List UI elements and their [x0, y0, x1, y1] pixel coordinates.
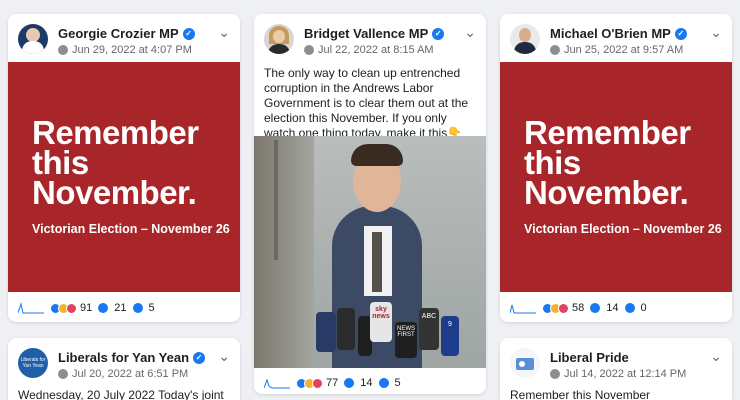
- chevron-down-icon[interactable]: ⌄: [218, 24, 230, 41]
- comment-count: 14: [360, 377, 373, 389]
- chevron-down-icon[interactable]: ⌄: [710, 348, 722, 365]
- share-count: 0: [640, 302, 647, 314]
- facebook-icon: [304, 45, 314, 55]
- post-video[interactable]: sky news NEWS FIRST ABC 9: [254, 136, 486, 368]
- reaction-count: 58: [572, 302, 585, 314]
- post-meta: Jul 22, 2022 at 8:15 AM: [304, 44, 434, 56]
- verified-icon: ✓: [432, 27, 445, 40]
- microphone-label: ABC: [419, 308, 439, 350]
- post-card: Michael O'Brien MP ✓ Jun 25, 2022 at 9:57…: [500, 14, 732, 322]
- author-name[interactable]: Georgie Crozier MP ✓: [58, 26, 195, 41]
- verified-icon: ✓: [193, 351, 206, 364]
- microphone-label: sky news: [370, 302, 392, 342]
- avatar[interactable]: [510, 24, 540, 54]
- microphone-label: 9: [441, 316, 459, 356]
- share-icon: [132, 303, 143, 313]
- sparkline-icon: [510, 304, 536, 314]
- share-icon: [624, 303, 635, 313]
- image-subline: Victorian Election – November 26: [524, 222, 722, 236]
- chevron-down-icon[interactable]: ⌄: [218, 348, 230, 365]
- facebook-icon: [550, 45, 560, 55]
- verified-icon: ✓: [674, 27, 687, 40]
- avatar[interactable]: [264, 24, 294, 54]
- post-image[interactable]: Remember this November. Victorian Electi…: [8, 62, 240, 292]
- facebook-icon: [58, 369, 68, 379]
- post-card: Liberal Pride Jul 14, 2022 at 12:14 PM ⌄…: [500, 338, 732, 400]
- microphone-label: NEWS FIRST: [395, 322, 417, 358]
- engagement-stats: 91 21 5: [18, 299, 230, 317]
- author-name[interactable]: Liberals for Yan Yean ✓: [58, 350, 206, 365]
- post-meta: Jul 14, 2022 at 12:14 PM: [550, 368, 686, 380]
- reactions-icon: [50, 302, 77, 314]
- engagement-stats: 58 14 0: [510, 299, 722, 317]
- comment-icon: [98, 303, 109, 313]
- post-header: Michael O'Brien MP ✓ Jun 25, 2022 at 9:57…: [510, 24, 722, 58]
- avatar[interactable]: [510, 348, 540, 378]
- share-count: 5: [148, 302, 155, 314]
- chevron-down-icon[interactable]: ⌄: [464, 24, 476, 41]
- author-name[interactable]: Bridget Vallence MP ✓: [304, 26, 445, 41]
- verified-icon: ✓: [182, 27, 195, 40]
- post-header: Bridget Vallence MP ✓ Jul 22, 2022 at 8:1…: [264, 24, 476, 58]
- reactions-icon: [542, 302, 569, 314]
- share-count: 5: [394, 377, 401, 389]
- post-card: Bridget Vallence MP ✓ Jul 22, 2022 at 8:1…: [254, 14, 486, 394]
- avatar[interactable]: [18, 24, 48, 54]
- post-image[interactable]: Remember this November. Victorian Electi…: [500, 62, 732, 292]
- comment-icon: [590, 303, 601, 313]
- reaction-count: 77: [326, 377, 339, 389]
- facebook-icon: [550, 369, 560, 379]
- post-text: Remember this November #RebuildRecover: [510, 388, 651, 400]
- chevron-down-icon[interactable]: ⌄: [710, 24, 722, 41]
- headline-line: November.: [32, 174, 197, 211]
- post-header: Georgie Crozier MP ✓ Jun 29, 2022 at 4:07…: [18, 24, 230, 58]
- post-card: Georgie Crozier MP ✓ Jun 29, 2022 at 4:07…: [8, 14, 240, 322]
- comment-count: 14: [606, 302, 619, 314]
- share-icon: [378, 378, 389, 388]
- author-name[interactable]: Michael O'Brien MP ✓: [550, 26, 687, 41]
- post-meta: Jun 25, 2022 at 9:57 AM: [550, 44, 683, 56]
- headline-line: November.: [524, 174, 689, 211]
- sparkline-icon: [264, 378, 290, 389]
- post-text: The only way to clean up entrenched corr…: [264, 66, 469, 140]
- author-name[interactable]: Liberal Pride: [550, 350, 629, 365]
- post-meta: Jun 29, 2022 at 4:07 PM: [58, 44, 192, 56]
- comment-count: 21: [114, 302, 127, 314]
- avatar-text: Liberals for Yan Yean: [20, 357, 46, 369]
- avatar[interactable]: Liberals for Yan Yean: [18, 348, 48, 378]
- post-text: Wednesday, 20 July 2022 Today's joint: [18, 388, 224, 400]
- sparkline-icon: [18, 302, 44, 314]
- post-meta: Jul 20, 2022 at 6:51 PM: [58, 368, 188, 380]
- engagement-stats: 77 14 5: [264, 374, 476, 392]
- facebook-icon: [58, 45, 68, 55]
- post-card: Liberals for Yan Yean Liberals for Yan Y…: [8, 338, 240, 400]
- image-subline: Victorian Election – November 26: [32, 222, 230, 236]
- post-header: Liberal Pride Jul 14, 2022 at 12:14 PM ⌄: [510, 348, 722, 382]
- reactions-icon: [296, 377, 323, 389]
- post-header: Liberals for Yan Yean Liberals for Yan Y…: [18, 348, 230, 382]
- comment-icon: [344, 378, 355, 388]
- reaction-count: 91: [80, 302, 93, 314]
